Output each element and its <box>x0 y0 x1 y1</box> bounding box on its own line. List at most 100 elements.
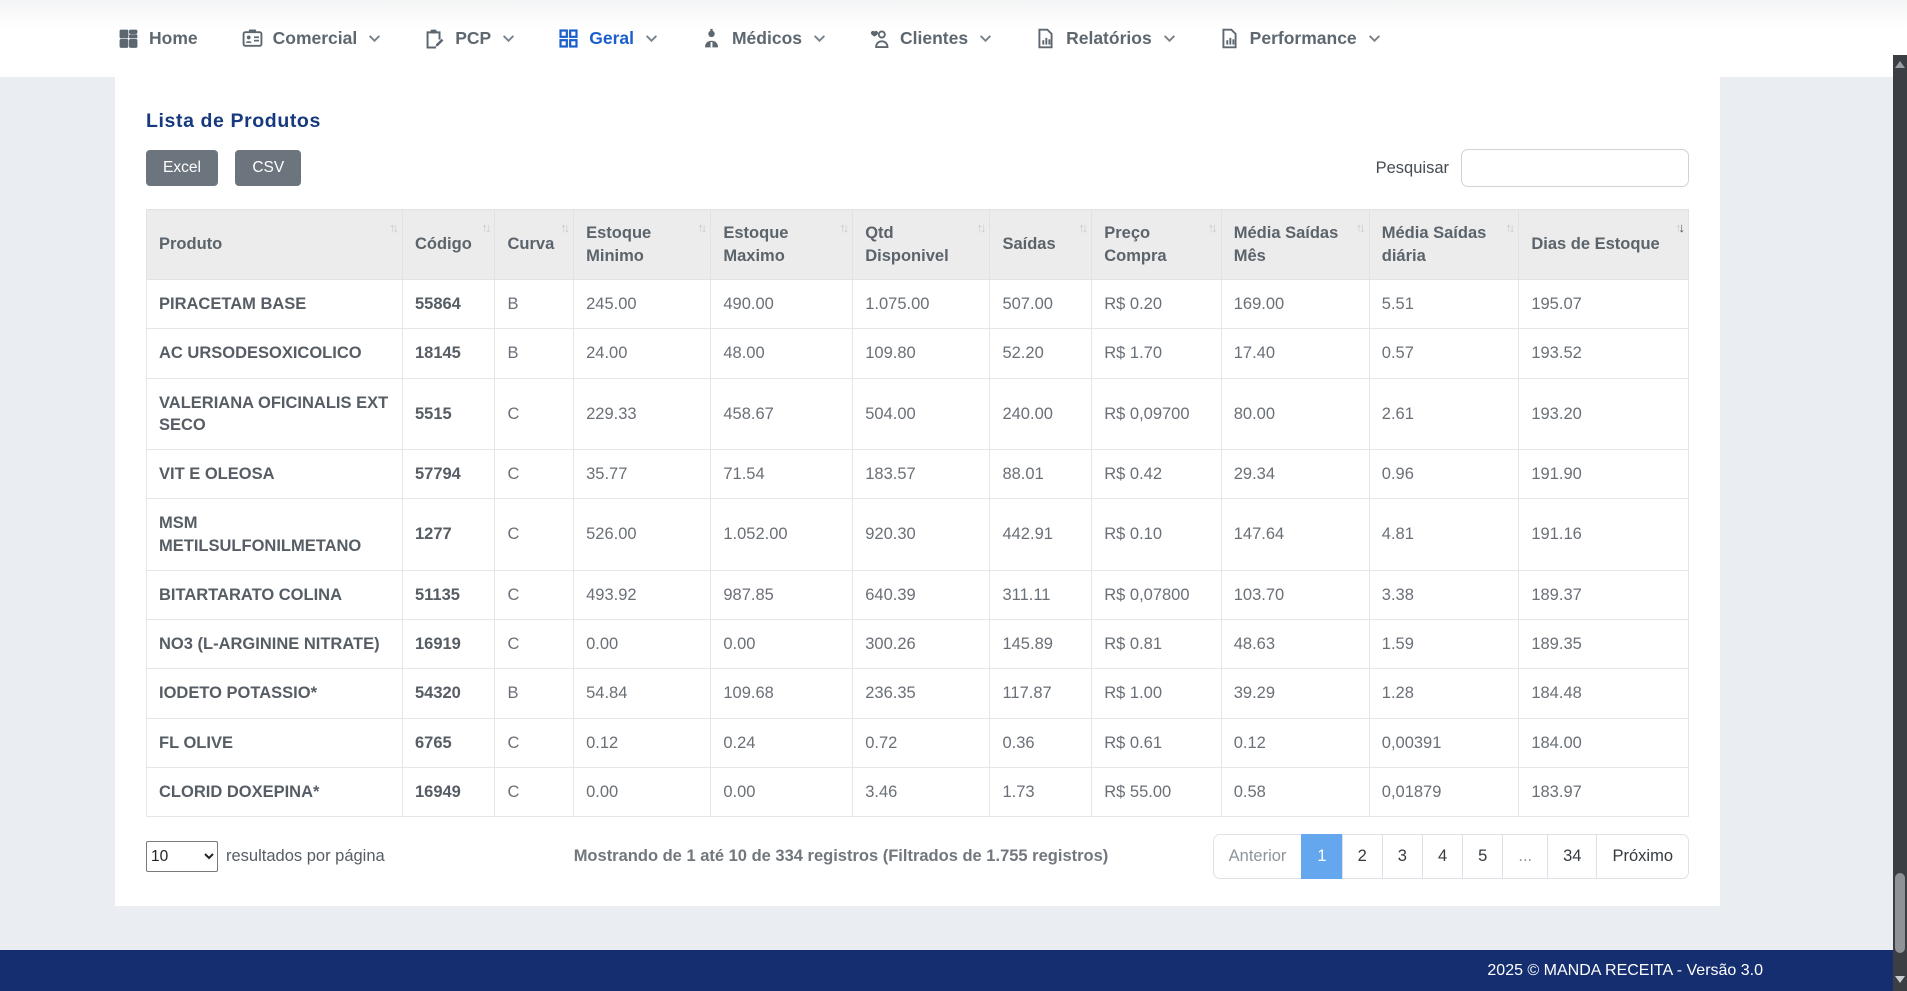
table-row: AC URSODESOXICOLICO18145B24.0048.00109.8… <box>147 329 1689 378</box>
column-header-9[interactable]: Média Saídas diária↑↓ <box>1369 210 1519 280</box>
table-row: IODETO POTASSIO*54320B54.84109.68236.351… <box>147 669 1689 718</box>
chevron-down-icon <box>812 35 825 43</box>
chevron-down-icon <box>978 35 991 43</box>
table-cell: 0,01879 <box>1369 767 1519 816</box>
column-header-3[interactable]: Estoque Minimo↑↓ <box>574 210 711 280</box>
column-header-7[interactable]: Preço Compra↑↓ <box>1092 210 1222 280</box>
nav-item-geral[interactable]: Geral <box>558 28 657 49</box>
nav-item-medicos[interactable]: Médicos <box>701 28 825 49</box>
nav-item-comercial[interactable]: Comercial <box>242 28 381 49</box>
table-cell: 193.20 <box>1519 378 1689 450</box>
table-cell: 71.54 <box>711 450 853 499</box>
table-row: MSM METILSULFONILMETANO1277C526.001.052.… <box>147 499 1689 571</box>
content-card: Lista de Produtos Excel CSV Pesquisar Pr… <box>115 77 1720 906</box>
report-icon <box>1035 28 1056 49</box>
page-button-prximo[interactable]: Próximo <box>1596 834 1689 879</box>
nav-item-performance[interactable]: Performance <box>1219 28 1380 49</box>
page-button-1[interactable]: 1 <box>1301 834 1342 879</box>
table-cell: R$ 1.00 <box>1092 669 1222 718</box>
page-size-select[interactable]: 10 <box>146 841 218 872</box>
chevron-down-icon <box>644 35 657 43</box>
table-cell: 458.67 <box>711 378 853 450</box>
table-cell: R$ 0,07800 <box>1092 570 1222 619</box>
table-cell: AC URSODESOXICOLICO <box>147 329 403 378</box>
column-header-1[interactable]: Código↑↓ <box>402 210 495 280</box>
sort-icon: ↑↓ <box>1356 219 1363 237</box>
search-label: Pesquisar <box>1376 159 1449 178</box>
nav-item-pcp[interactable]: PCP <box>424 28 514 49</box>
table-cell: 1.052.00 <box>711 499 853 571</box>
csv-export-button[interactable]: CSV <box>235 150 301 186</box>
column-header-6[interactable]: Saídas↑↓ <box>990 210 1092 280</box>
page-button-3[interactable]: 3 <box>1382 834 1423 879</box>
nav-item-clientes[interactable]: Clientes <box>869 28 991 49</box>
table-cell: BITARTARATO COLINA <box>147 570 403 619</box>
excel-export-button[interactable]: Excel <box>146 150 218 186</box>
table-cell: C <box>495 718 574 767</box>
chevron-down-icon <box>501 35 514 43</box>
column-header-8[interactable]: Média Saídas Mês↑↓ <box>1221 210 1369 280</box>
page-button-anterior[interactable]: Anterior <box>1213 834 1303 879</box>
table-cell: 3.46 <box>853 767 990 816</box>
table-cell: 16919 <box>402 620 495 669</box>
table-cell: 55864 <box>402 280 495 329</box>
column-header-0[interactable]: Produto↑↓ <box>147 210 403 280</box>
table-cell: 0.00 <box>574 767 711 816</box>
export-buttons: Excel CSV <box>146 150 314 186</box>
table-cell: C <box>495 767 574 816</box>
table-cell: 4.81 <box>1369 499 1519 571</box>
chevron-down-icon <box>1162 35 1175 43</box>
table-cell: 442.91 <box>990 499 1092 571</box>
column-header-5[interactable]: Qtd Disponivel↑↓ <box>853 210 990 280</box>
page-button-34[interactable]: 34 <box>1547 834 1597 879</box>
nav-item-relatorios[interactable]: Relatórios <box>1035 28 1175 49</box>
table-cell: PIRACETAM BASE <box>147 280 403 329</box>
table-cell: 184.00 <box>1519 718 1689 767</box>
table-cell: 0.36 <box>990 718 1092 767</box>
table-cell: 640.39 <box>853 570 990 619</box>
page-button-[interactable]: ... <box>1502 834 1548 879</box>
home-icon <box>118 28 139 49</box>
nav-item-home[interactable]: Home <box>118 28 198 49</box>
search-input[interactable] <box>1461 149 1689 187</box>
table-cell: 24.00 <box>574 329 711 378</box>
table-cell: 52.20 <box>990 329 1092 378</box>
column-label: Preço Compra <box>1104 224 1166 264</box>
sort-icon: ↑↓ <box>481 219 488 237</box>
top-navbar: Home Comercial PCP Geral Médicos Clientes Rela… <box>0 0 1907 77</box>
column-label: Qtd Disponivel <box>865 224 948 264</box>
column-header-2[interactable]: Curva↑↓ <box>495 210 574 280</box>
doctor-icon <box>701 28 722 49</box>
browser-scrollbar[interactable] <box>1893 55 1907 991</box>
table-cell: 189.35 <box>1519 620 1689 669</box>
table-cell: 39.29 <box>1221 669 1369 718</box>
table-cell: R$ 0,09700 <box>1092 378 1222 450</box>
table-cell: 920.30 <box>853 499 990 571</box>
table-cell: CLORID DOXEPINA* <box>147 767 403 816</box>
page-button-2[interactable]: 2 <box>1342 834 1383 879</box>
table-cell: 240.00 <box>990 378 1092 450</box>
table-cell: 48.00 <box>711 329 853 378</box>
table-cell: 0.96 <box>1369 450 1519 499</box>
table-cell: 109.68 <box>711 669 853 718</box>
page-button-5[interactable]: 5 <box>1462 834 1503 879</box>
column-header-4[interactable]: Estoque Maximo↑↓ <box>711 210 853 280</box>
scrollbar-thumb[interactable] <box>1895 873 1905 953</box>
page-button-4[interactable]: 4 <box>1422 834 1463 879</box>
table-row: CLORID DOXEPINA*16949C0.000.003.461.73R$… <box>147 767 1689 816</box>
scrollbar-down-arrow-icon[interactable] <box>1895 976 1905 983</box>
table-cell: R$ 1.70 <box>1092 329 1222 378</box>
page-title: Lista de Produtos <box>146 110 1689 133</box>
footer-text: 2025 © MANDA RECEITA - Versão 3.0 <box>1487 962 1763 979</box>
chevron-down-icon <box>367 35 380 43</box>
table-cell: C <box>495 570 574 619</box>
column-label: Estoque Minimo <box>586 224 651 264</box>
table-cell: C <box>495 499 574 571</box>
column-header-10[interactable]: Dias de Estoque↑↓ <box>1519 210 1689 280</box>
scrollbar-up-arrow-icon[interactable] <box>1895 61 1905 68</box>
table-cell: 57794 <box>402 450 495 499</box>
nav-item-label: Clientes <box>900 28 968 49</box>
table-cell: 2.61 <box>1369 378 1519 450</box>
table-row: FL OLIVE6765C0.120.240.720.36R$ 0.610.12… <box>147 718 1689 767</box>
table-cell: 229.33 <box>574 378 711 450</box>
